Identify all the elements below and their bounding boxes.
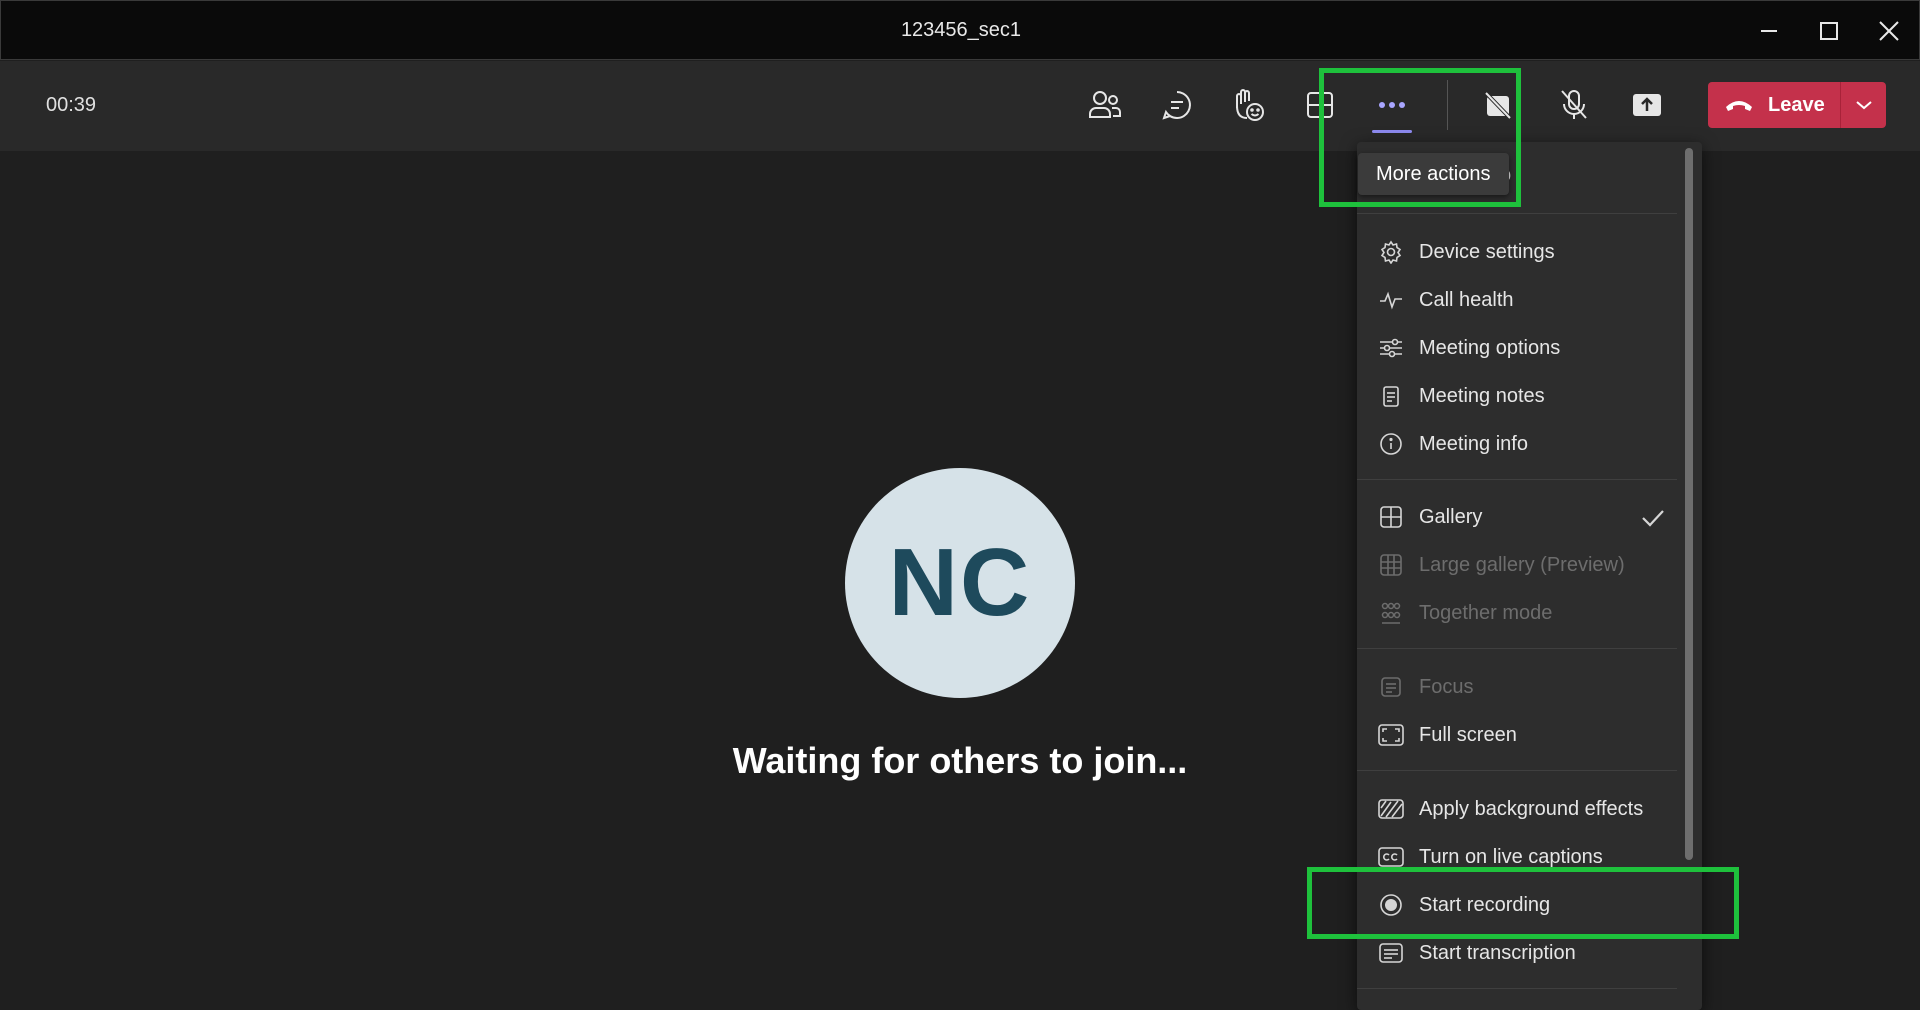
menu-item-label: Meeting info: [1419, 432, 1528, 455]
menu-item-large-gallery: Large gallery (Preview): [1357, 543, 1677, 587]
menu-divider: [1357, 479, 1677, 480]
more-actions-button[interactable]: [1367, 82, 1417, 128]
participant-avatar: NC: [845, 468, 1075, 698]
maximize-button[interactable]: [1809, 13, 1849, 49]
sliders-icon: [1377, 334, 1405, 362]
menu-item-call-health[interactable]: Call health: [1357, 278, 1677, 322]
gear-icon: [1377, 238, 1405, 266]
menu-item-meeting-options[interactable]: Meeting options: [1357, 326, 1677, 370]
menu-item-full-screen[interactable]: Full screen: [1357, 713, 1677, 757]
menu-divider: [1357, 770, 1677, 771]
menu-item-label: Call health: [1419, 288, 1514, 311]
record-icon: [1377, 891, 1405, 919]
menu-item-label: Focus: [1419, 675, 1474, 698]
minimize-button[interactable]: [1749, 13, 1789, 49]
menu-item-live-captions[interactable]: Turn on live captions: [1357, 835, 1677, 879]
leave-options-button[interactable]: [1841, 82, 1886, 128]
menu-item-meeting-info[interactable]: Meeting info: [1357, 422, 1677, 466]
background-effects-icon: [1377, 795, 1405, 823]
checkmark-icon: [1642, 510, 1664, 527]
menu-item-device-settings[interactable]: Device settings: [1357, 230, 1677, 274]
together-mode-icon: [1377, 599, 1405, 627]
window-title: 123456_sec1: [900, 19, 1022, 41]
view-icon: [1307, 92, 1333, 118]
more-icon: [1379, 102, 1405, 108]
large-gallery-icon: [1377, 551, 1405, 579]
active-indicator: [1372, 130, 1412, 133]
menu-item-label: Start transcription: [1419, 941, 1576, 964]
menu-divider: [1357, 648, 1677, 649]
menu-item-label: Meeting options: [1419, 336, 1561, 359]
leave-button[interactable]: Leave: [1708, 82, 1840, 128]
mic-off-icon: [1561, 90, 1587, 119]
people-icon: [1089, 91, 1121, 118]
pulse-icon: [1377, 286, 1405, 314]
close-button[interactable]: [1869, 13, 1909, 49]
maximize-icon: [1820, 22, 1838, 40]
menu-item-background-effects[interactable]: Apply background effects: [1357, 787, 1677, 831]
menu-item-meeting-notes[interactable]: Meeting notes: [1357, 374, 1677, 418]
menu-divider: [1357, 988, 1677, 989]
raise-hand-icon: [1236, 89, 1264, 121]
menu-item-focus: Focus: [1357, 665, 1677, 709]
menu-item-label: Full screen: [1419, 723, 1517, 746]
waiting-message: Waiting for others to join...: [732, 740, 1188, 781]
title-bar: 123456_sec1: [0, 0, 1920, 60]
transcription-icon: [1377, 939, 1405, 967]
more-actions-tooltip: More actions: [1358, 153, 1509, 195]
participants-button[interactable]: [1080, 82, 1130, 128]
menu-item-label: Turn on live captions: [1419, 845, 1603, 868]
menu-item-gallery[interactable]: Gallery: [1357, 495, 1677, 539]
close-icon: [1879, 21, 1899, 41]
menu-item-together-mode: Together mode: [1357, 591, 1677, 635]
react-button[interactable]: [1223, 82, 1273, 128]
menu-scrollbar[interactable]: [1685, 148, 1693, 860]
captions-icon: [1377, 843, 1405, 871]
menu-divider: [1357, 213, 1677, 214]
share-icon: [1633, 94, 1661, 116]
menu-item-label: Start recording: [1419, 893, 1551, 916]
chat-icon: [1162, 91, 1191, 120]
camera-toggle-button[interactable]: [1473, 82, 1523, 128]
menu-item-label: Device settings: [1419, 240, 1555, 263]
menu-item-label: Meeting notes: [1419, 384, 1545, 407]
meeting-timer: 00:39: [46, 94, 97, 116]
menu-item-start-transcription[interactable]: Start transcription: [1357, 931, 1677, 975]
leave-button-group: Leave: [1708, 82, 1886, 128]
share-button[interactable]: [1622, 82, 1672, 128]
info-icon: [1377, 430, 1405, 458]
menu-item-label: Gallery: [1419, 505, 1483, 528]
mic-toggle-button[interactable]: [1549, 82, 1599, 128]
toolbar-divider: [1447, 80, 1448, 130]
menu-item-label: Large gallery (Preview): [1419, 553, 1625, 576]
focus-icon: [1377, 673, 1405, 701]
notes-icon: [1377, 382, 1405, 410]
leave-label: Leave: [1768, 93, 1825, 116]
menu-item-start-recording[interactable]: Start recording: [1357, 883, 1677, 927]
menu-item-label: Together mode: [1419, 601, 1553, 624]
camera-off-icon: [1484, 91, 1512, 120]
menu-item-label: Apply background effects: [1419, 797, 1644, 820]
minimize-icon: [1761, 30, 1777, 32]
chat-button[interactable]: [1152, 82, 1202, 128]
fullscreen-icon: [1377, 721, 1405, 749]
avatar-initials: NC: [888, 529, 1032, 636]
gallery-icon: [1377, 503, 1405, 531]
hang-up-icon: [1726, 101, 1752, 111]
view-button[interactable]: [1295, 82, 1345, 128]
chevron-down-icon: [1855, 101, 1872, 110]
